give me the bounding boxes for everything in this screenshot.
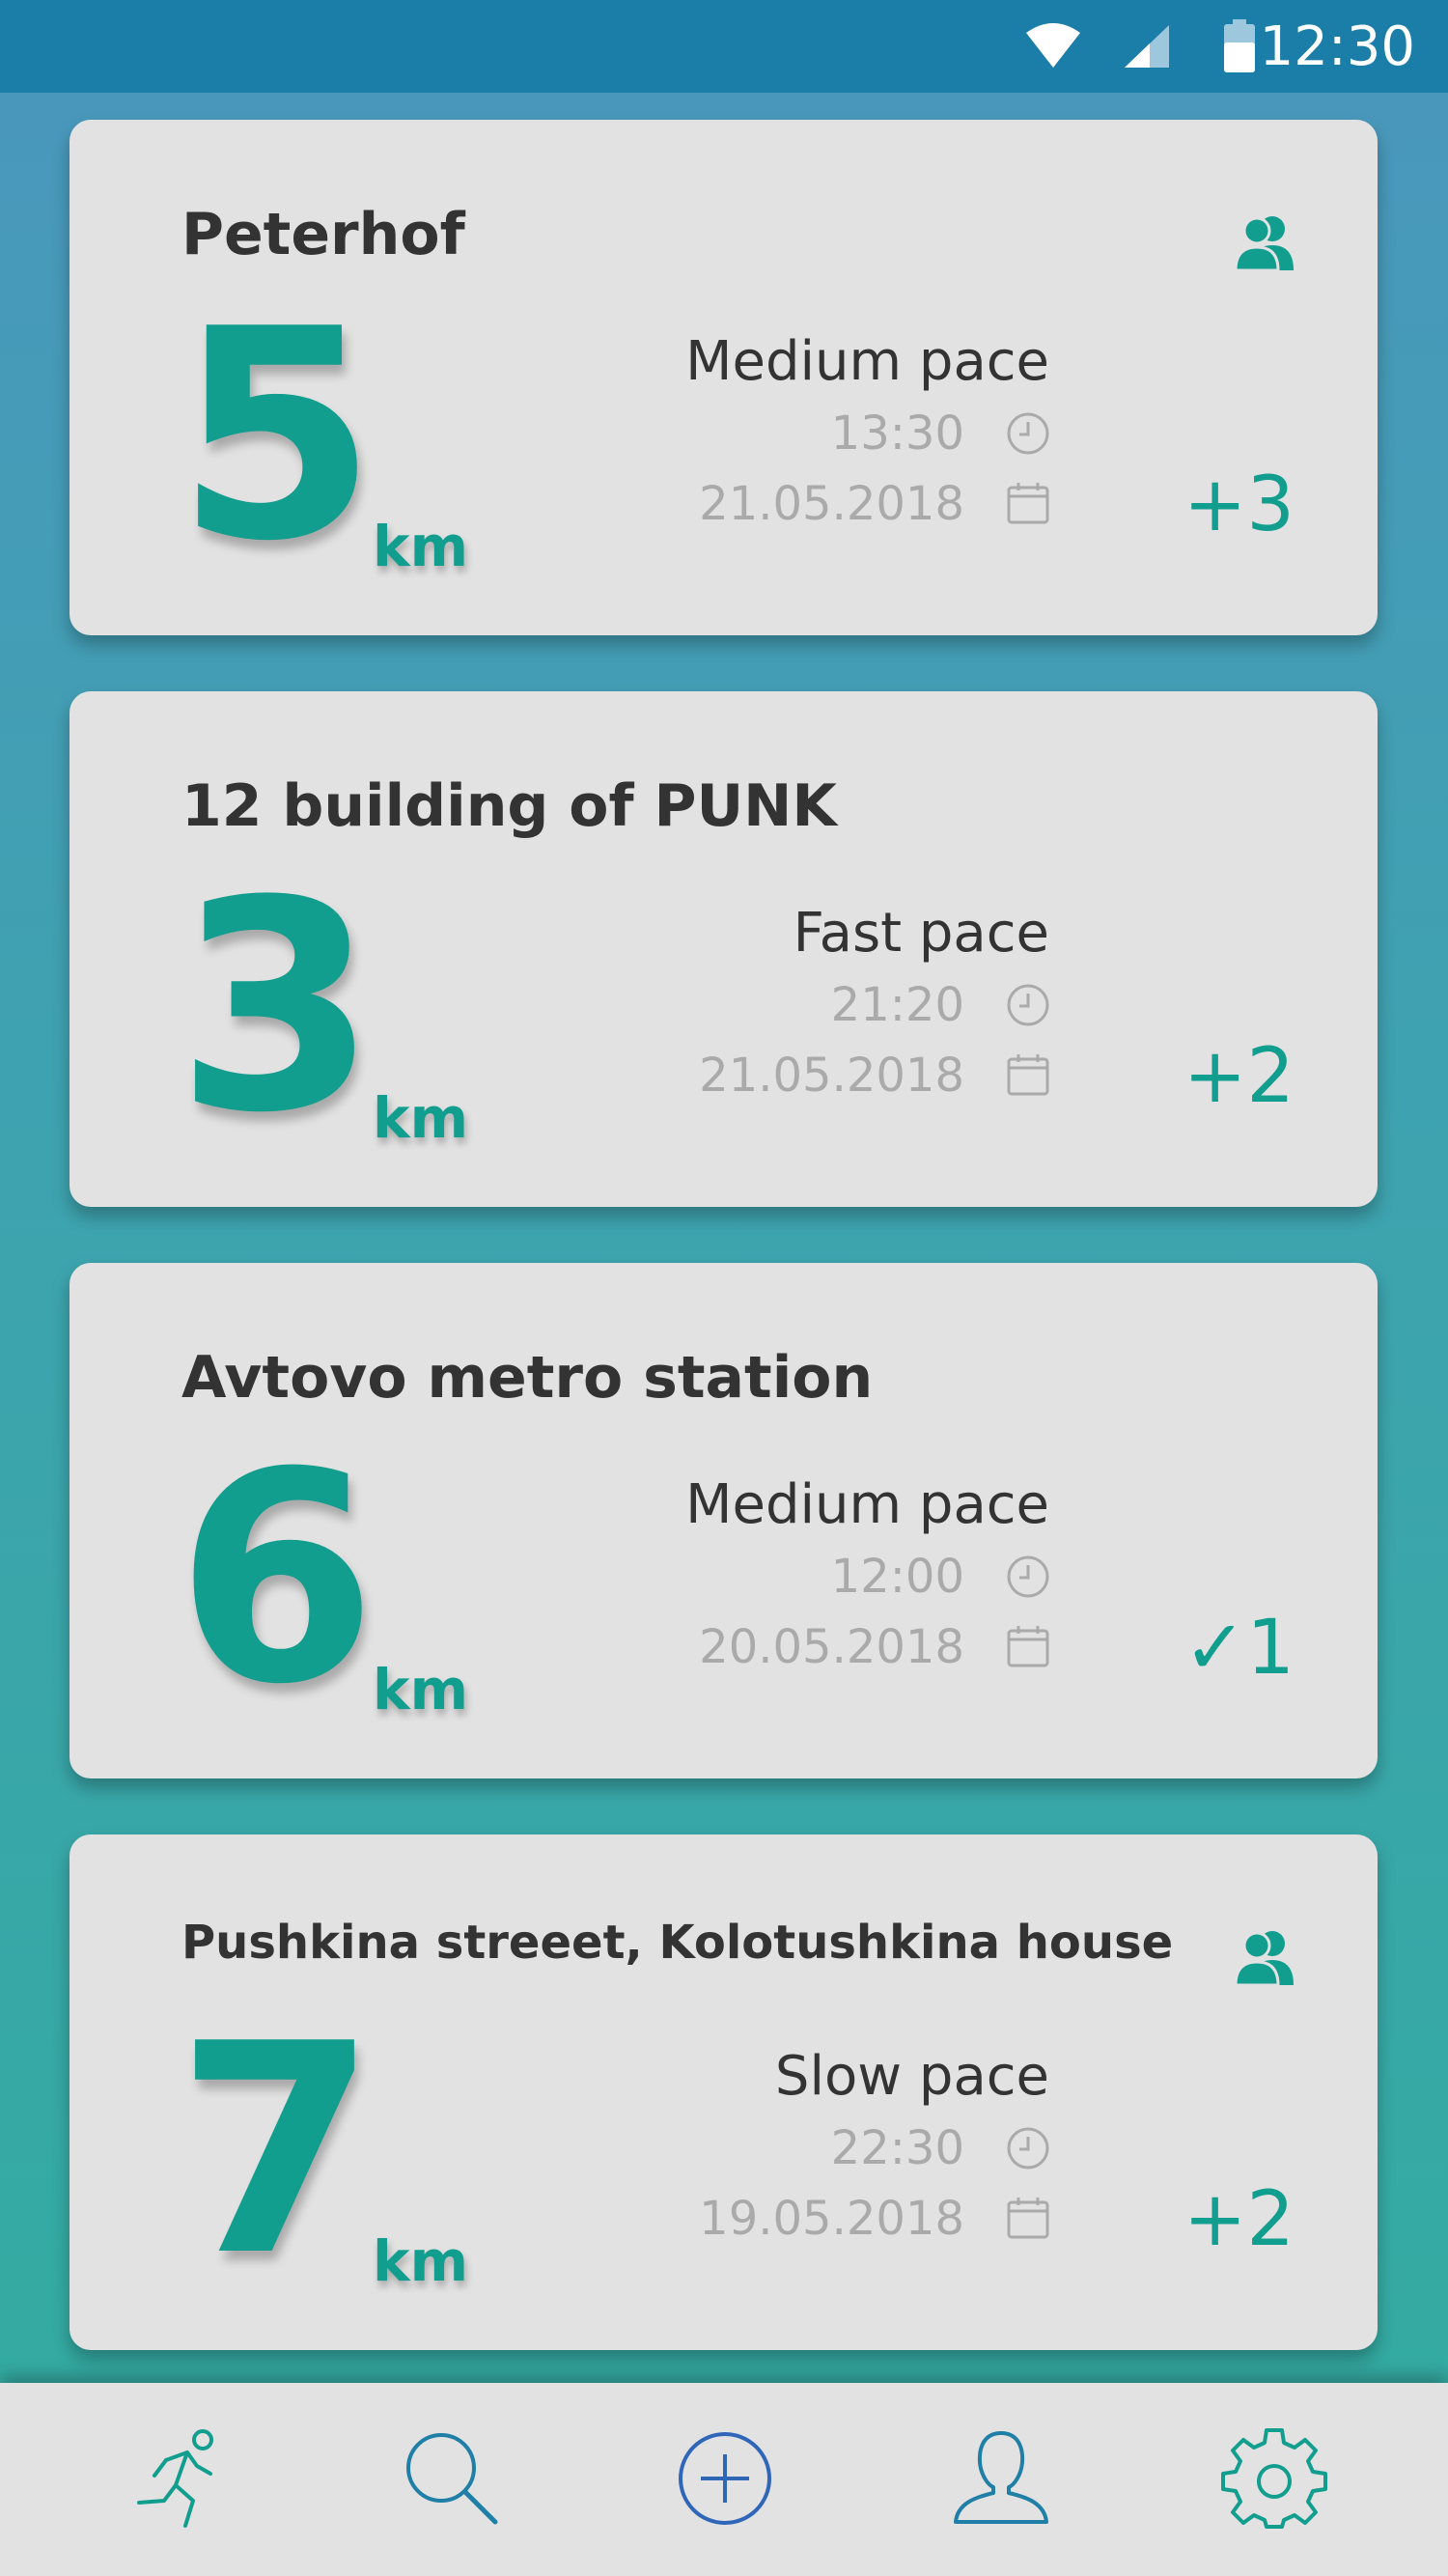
clock-icon xyxy=(1006,983,1050,1032)
clock-icon xyxy=(1006,411,1050,461)
distance-value: 5 xyxy=(176,267,377,604)
group-icon xyxy=(1234,212,1297,277)
count-symbol: + xyxy=(1183,462,1247,548)
run-card[interactable]: Pushkina streeet, Kolotushkina house 7 k… xyxy=(70,1834,1378,2350)
run-date: 21.05.2018 xyxy=(699,1049,964,1103)
status-bar: 12:30 xyxy=(0,0,1448,93)
participants-count[interactable]: ✓1 xyxy=(1183,1605,1295,1692)
run-card[interactable]: 12 building of PUNK 3 km Fast pace 21:20… xyxy=(70,691,1378,1207)
distance-value: 6 xyxy=(176,1411,377,1748)
run-date: 21.05.2018 xyxy=(699,477,964,531)
group-icon xyxy=(1234,1927,1297,1992)
calendar-icon xyxy=(1006,1624,1050,1673)
pace-label: Medium pace xyxy=(685,1473,1049,1536)
run-title: Pushkina streeet, Kolotushkina house xyxy=(181,1916,1174,1970)
nav-profile[interactable] xyxy=(948,2425,1054,2532)
distance-value: 3 xyxy=(176,839,377,1176)
runner-icon xyxy=(137,2429,213,2528)
check-icon: ✓ xyxy=(1183,1605,1247,1692)
nav-add[interactable] xyxy=(672,2425,778,2532)
profile-icon xyxy=(954,2431,1048,2524)
pace-label: Medium pace xyxy=(685,330,1049,393)
calendar-icon xyxy=(1006,2196,1050,2245)
count-value: 1 xyxy=(1246,1605,1295,1692)
distance-unit: km xyxy=(373,1085,469,1151)
count-value: 2 xyxy=(1246,1033,1295,1120)
distance-unit: km xyxy=(373,514,469,579)
run-time: 21:20 xyxy=(830,978,964,1032)
settings-icon xyxy=(1221,2428,1327,2529)
battery-icon xyxy=(1222,19,1257,78)
distance-unit: km xyxy=(373,1657,469,1722)
count-value: 3 xyxy=(1246,462,1295,548)
participants-count[interactable]: +2 xyxy=(1183,2176,1295,2263)
clock-icon xyxy=(1006,2126,1050,2175)
run-time: 13:30 xyxy=(830,406,964,461)
pace-label: Fast pace xyxy=(793,902,1049,965)
run-card[interactable]: Avtovo metro station 6 km Medium pace 12… xyxy=(70,1263,1378,1778)
run-date: 20.05.2018 xyxy=(699,1620,964,1674)
participants-count[interactable]: +3 xyxy=(1183,462,1295,548)
search-icon xyxy=(406,2433,498,2525)
run-time: 12:00 xyxy=(830,1550,964,1604)
calendar-icon xyxy=(1006,1052,1050,1102)
count-symbol: + xyxy=(1183,1033,1247,1120)
wifi-icon xyxy=(1024,21,1082,74)
run-date: 19.05.2018 xyxy=(699,2192,964,2246)
bottom-nav xyxy=(0,2383,1448,2576)
run-title: Peterhof xyxy=(181,201,465,268)
run-card[interactable]: Peterhof 5 km Medium pace 13:30 21.05.20… xyxy=(70,120,1378,635)
nav-search[interactable] xyxy=(399,2425,505,2532)
add-icon xyxy=(679,2432,771,2525)
nav-settings[interactable] xyxy=(1221,2425,1327,2532)
pace-label: Slow pace xyxy=(774,2045,1049,2108)
run-title: 12 building of PUNK xyxy=(181,772,837,840)
calendar-icon xyxy=(1006,481,1050,530)
status-time: 12:30 xyxy=(1259,15,1415,78)
count-value: 2 xyxy=(1246,2176,1295,2263)
signal-icon xyxy=(1123,23,1171,74)
distance-value: 7 xyxy=(176,1982,377,2319)
nav-runs[interactable] xyxy=(125,2425,232,2532)
run-title: Avtovo metro station xyxy=(181,1344,874,1412)
distance-unit: km xyxy=(373,2228,469,2294)
clock-icon xyxy=(1006,1554,1050,1604)
run-time: 22:30 xyxy=(830,2121,964,2175)
participants-count[interactable]: +2 xyxy=(1183,1033,1295,1120)
count-symbol: + xyxy=(1183,2176,1247,2263)
